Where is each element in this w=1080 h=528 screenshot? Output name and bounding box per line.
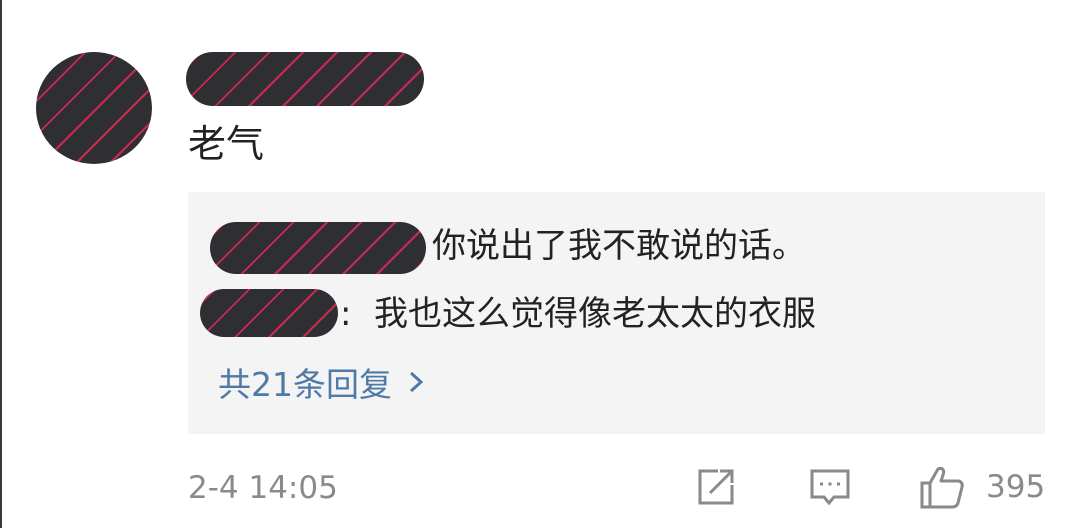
chevron-right-icon bbox=[406, 365, 426, 399]
view-all-replies-label: 共21条回复 bbox=[218, 365, 392, 404]
reply-text: 你说出了我不敢说的话。 bbox=[432, 226, 806, 266]
reply-text: 我也这么觉得像老太太的衣服 bbox=[374, 294, 816, 334]
like-button[interactable]: 395 bbox=[918, 462, 1045, 512]
like-count: 395 bbox=[986, 469, 1046, 505]
reply-separator: : bbox=[340, 294, 352, 334]
left-edge-divider bbox=[0, 0, 2, 528]
username-redacted[interactable] bbox=[186, 52, 424, 106]
redaction-mask bbox=[36, 52, 152, 164]
thumbs-up-icon bbox=[918, 463, 966, 511]
avatar[interactable] bbox=[36, 52, 152, 164]
comment-icon bbox=[808, 465, 852, 509]
view-all-replies-link[interactable]: 共21条回复 bbox=[218, 356, 426, 408]
share-icon bbox=[694, 465, 738, 509]
comment-timestamp: 2-4 14:05 bbox=[188, 470, 338, 506]
reply-author-redacted[interactable] bbox=[210, 222, 426, 274]
share-button[interactable] bbox=[694, 462, 738, 512]
comment-button[interactable] bbox=[808, 462, 852, 512]
reply-author-redacted[interactable] bbox=[200, 289, 338, 337]
comment-text: 老气 bbox=[188, 122, 265, 166]
